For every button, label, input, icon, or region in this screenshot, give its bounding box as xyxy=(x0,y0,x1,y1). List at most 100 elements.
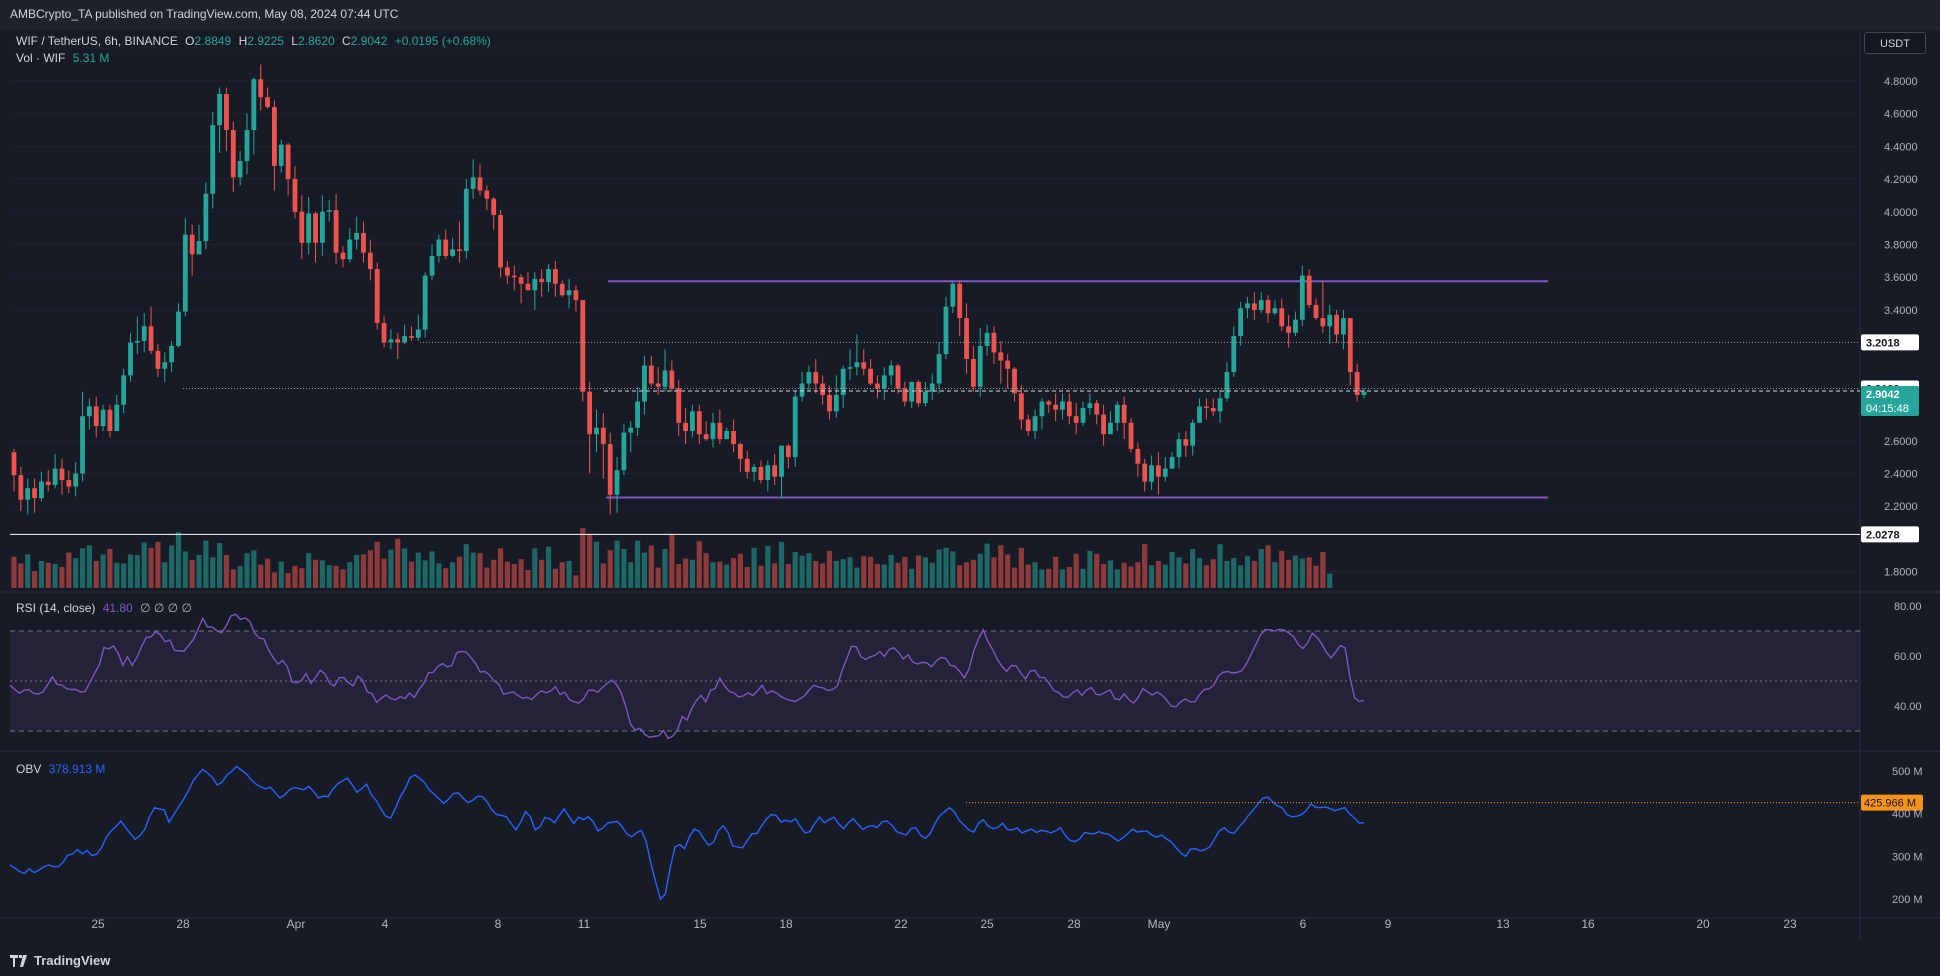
volume-bar xyxy=(1053,556,1059,588)
currency-button[interactable]: USDT xyxy=(1864,32,1926,54)
candle xyxy=(813,372,819,384)
volume-bar xyxy=(909,568,915,588)
candle xyxy=(710,422,716,440)
volume-bar xyxy=(436,563,442,588)
candle xyxy=(525,283,531,291)
volume-bar xyxy=(936,549,942,588)
volume-bar xyxy=(902,556,908,588)
candle xyxy=(176,311,181,346)
candle xyxy=(1265,300,1271,314)
obv-pane: 425.966 M500 M400 M300 M200 M xyxy=(9,765,1923,906)
volume-bar xyxy=(1258,549,1264,588)
candle xyxy=(1334,314,1339,335)
candle xyxy=(1169,457,1175,469)
volume-bar xyxy=(744,567,750,588)
volume-bar xyxy=(511,564,517,588)
tradingview-logo[interactable]: TradingView xyxy=(10,953,110,968)
volume-bar xyxy=(552,568,558,588)
volume-bar xyxy=(463,544,469,588)
candle xyxy=(772,465,778,477)
price-axis[interactable]: 5.00004.80004.60004.40004.20004.00003.80… xyxy=(1884,43,1918,578)
volume-bar xyxy=(1148,565,1155,588)
candle xyxy=(642,365,647,402)
volume-bar xyxy=(792,552,798,588)
volume-bar xyxy=(18,563,24,588)
candle xyxy=(134,340,140,343)
volume-bar xyxy=(395,538,401,588)
candle xyxy=(258,79,264,98)
volume-bar xyxy=(1169,552,1175,588)
volume-bar xyxy=(737,553,743,588)
candle xyxy=(1217,398,1223,412)
volume-bar xyxy=(127,554,134,588)
bottom-bar xyxy=(0,946,1940,976)
obv-label[interactable]: OBV xyxy=(16,762,41,776)
time-tick-label: 25 xyxy=(91,917,105,931)
candle xyxy=(950,283,956,307)
candle xyxy=(628,427,634,433)
candle xyxy=(1121,404,1127,423)
candle xyxy=(833,394,839,412)
volume-bar xyxy=(497,548,504,588)
volume-bar xyxy=(963,562,970,588)
candle xyxy=(443,239,449,256)
level-tag-2-0278: 2.0278 xyxy=(1866,529,1900,541)
volume-bar xyxy=(374,541,380,588)
candle xyxy=(600,427,606,445)
candle xyxy=(388,339,394,343)
volume-label[interactable]: Vol · WIF xyxy=(16,51,65,65)
candle xyxy=(93,406,99,427)
candle xyxy=(1162,468,1168,477)
candle xyxy=(1060,401,1065,410)
volume-bar xyxy=(175,532,182,588)
candle xyxy=(121,375,127,405)
volume-bar xyxy=(470,552,476,588)
volume-bar xyxy=(216,543,223,588)
candle xyxy=(1183,439,1189,446)
volume-bar xyxy=(867,556,874,588)
volume-bar xyxy=(525,570,531,588)
candle xyxy=(1190,422,1196,446)
volume-bar xyxy=(1244,556,1251,588)
candle xyxy=(148,326,154,351)
candle xyxy=(566,290,572,296)
volume-bar xyxy=(134,555,140,588)
candle xyxy=(1080,408,1086,423)
volume-bar xyxy=(100,554,106,588)
candle xyxy=(881,375,887,389)
volume-bar xyxy=(381,558,387,588)
price-tick-label: 4.8000 xyxy=(1884,76,1918,88)
candle xyxy=(415,329,421,338)
candle xyxy=(580,300,586,392)
candle xyxy=(1347,318,1353,373)
candle xyxy=(1012,368,1017,394)
volume-bar xyxy=(31,571,38,588)
volume-bar xyxy=(230,569,236,588)
volume-bar xyxy=(1190,549,1196,588)
candle xyxy=(895,365,901,389)
volume-bar xyxy=(957,565,963,588)
candle xyxy=(868,368,873,384)
rsi-label[interactable]: RSI (14, close) xyxy=(16,601,95,615)
volume-bar xyxy=(1128,566,1134,588)
volume-bar xyxy=(45,562,51,588)
obv-value: 378.913 M xyxy=(48,762,106,776)
level-tag-3-2018: 3.2018 xyxy=(1866,337,1900,349)
volume-bar xyxy=(950,551,956,588)
candle xyxy=(683,422,688,431)
symbol-title[interactable]: WIF / TetherUS, 6h, BINANCE xyxy=(16,34,178,48)
volume-bar xyxy=(504,561,511,588)
candle xyxy=(347,239,353,260)
volume-bar xyxy=(429,551,435,588)
time-axis[interactable]: 25 28 Apr 4 8 11 15 18 22 25 28 May 6 9 13 16 20 23 xyxy=(91,917,1797,931)
volume-bar xyxy=(456,556,463,588)
time-tick-label: 6 xyxy=(1300,917,1307,931)
volume-bar xyxy=(1286,559,1292,588)
chart-canvas[interactable]: 80.0060.0040.00 425.966 M500 M400 M300 M… xyxy=(0,0,1940,976)
candle xyxy=(169,345,175,363)
volume-bar xyxy=(778,541,785,588)
candle xyxy=(518,277,524,284)
candle xyxy=(1066,401,1072,417)
candle xyxy=(1087,403,1093,409)
candle xyxy=(861,362,867,369)
